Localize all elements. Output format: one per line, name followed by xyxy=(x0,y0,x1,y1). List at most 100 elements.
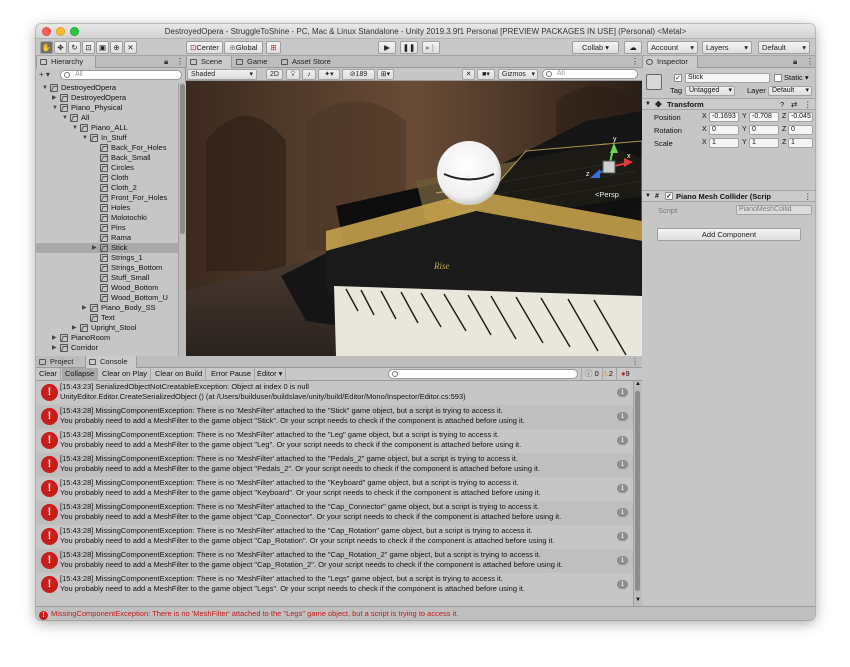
scroll-up-icon[interactable]: ▲ xyxy=(635,381,641,387)
rect-tool-icon[interactable]: ▣ xyxy=(96,41,109,54)
tab-project[interactable]: Project xyxy=(36,356,84,368)
audio-icon[interactable]: ♪ xyxy=(302,69,316,80)
hierarchy-item[interactable]: ▶ Piano_Body_SS xyxy=(36,303,178,313)
chevron-right-icon[interactable]: ▶ xyxy=(52,333,57,343)
rotate-tool-icon[interactable]: ↻ xyxy=(68,41,81,54)
tab-asset-store[interactable]: Asset Store xyxy=(278,56,340,68)
scale-z-field[interactable]: 1 xyxy=(788,138,813,148)
console-entry[interactable]: ! [15:43:28] MissingComponentException: T… xyxy=(36,429,633,453)
console-search-input[interactable] xyxy=(388,369,578,379)
hierarchy-item[interactable]: ▶ Upright_Stool xyxy=(36,323,178,333)
warning-filter-toggle[interactable]: ⚠2 xyxy=(599,368,617,381)
more-options-icon[interactable]: ⋮ xyxy=(804,99,812,110)
error-filter-toggle[interactable]: ●9 xyxy=(618,368,633,381)
rotation-z-field[interactable]: 0 xyxy=(788,125,813,135)
shading-mode-dropdown[interactable]: Shaded ▾ xyxy=(187,69,257,80)
chevron-down-icon[interactable]: ▼ xyxy=(72,123,78,133)
hierarchy-item[interactable]: Strings_1 xyxy=(36,253,178,263)
add-component-button[interactable]: Add Component xyxy=(657,228,801,241)
position-z-field[interactable]: -0.045 xyxy=(788,112,813,122)
hierarchy-item[interactable]: Front_For_Holes xyxy=(36,193,178,203)
more-options-icon[interactable]: ⋮ xyxy=(176,57,184,67)
preset-icon[interactable]: ⇄ xyxy=(791,99,797,110)
more-options-icon[interactable]: ⋮ xyxy=(631,57,639,67)
clear-button[interactable]: Clear xyxy=(36,368,61,381)
hierarchy-item[interactable]: ▼ In_Stuff xyxy=(36,133,178,143)
hierarchy-item[interactable]: Circles xyxy=(36,163,178,173)
hierarchy-search-input[interactable]: All xyxy=(60,70,182,80)
tab-inspector[interactable]: Inspector xyxy=(642,56,698,68)
position-y-field[interactable]: -0.708 xyxy=(749,112,779,122)
scale-y-field[interactable]: 1 xyxy=(749,138,779,148)
layers-dropdown[interactable]: Layers ▾ xyxy=(702,41,752,54)
collab-dropdown[interactable]: Collab ▾ xyxy=(572,41,619,54)
custom-tool-icon[interactable]: ✕ xyxy=(124,41,137,54)
scene-viewport[interactable]: Rise y x z <Persp xyxy=(186,81,642,356)
account-dropdown[interactable]: Account ▾ xyxy=(647,41,698,54)
scale-tool-icon[interactable]: ⊡ xyxy=(82,41,95,54)
hierarchy-item[interactable]: ▼ DestroyedOpera xyxy=(36,83,178,93)
hierarchy-item[interactable]: Wood_Bottom_U xyxy=(36,293,178,303)
console-entry[interactable]: ! [15:43:28] MissingComponentException: T… xyxy=(36,573,633,597)
hierarchy-item[interactable]: Text xyxy=(36,313,178,323)
chevron-down-icon[interactable]: ▼ xyxy=(42,83,48,93)
grid-snap-icon[interactable]: ⊞ xyxy=(266,41,281,54)
console-entry[interactable]: ! [15:43:28] MissingComponentException: T… xyxy=(36,405,633,429)
console-entry[interactable]: ! [15:43:28] MissingComponentException: T… xyxy=(36,501,633,525)
perspective-label[interactable]: <Persp xyxy=(595,190,619,199)
tools-icon[interactable]: ✕ xyxy=(462,69,475,80)
more-options-icon[interactable]: ⋮ xyxy=(631,357,639,367)
move-tool-icon[interactable]: ✥ xyxy=(54,41,67,54)
hierarchy-item[interactable]: Molotochki xyxy=(36,213,178,223)
tab-hierarchy[interactable]: Hierarchy xyxy=(36,56,96,68)
hierarchy-item[interactable]: Strings_Bottom xyxy=(36,263,178,273)
collider-enabled-checkbox[interactable]: ✓ xyxy=(665,192,673,200)
zoom-window-button[interactable] xyxy=(70,27,79,36)
hand-tool-icon[interactable]: ✋ xyxy=(40,41,53,54)
console-entry[interactable]: ! [15:43:28] MissingComponentException: T… xyxy=(36,525,633,549)
camera-icon[interactable]: ■▾ xyxy=(477,69,495,80)
gizmos-dropdown[interactable]: Gizmos ▾ xyxy=(498,69,538,80)
grid-icon[interactable]: ⊞▾ xyxy=(377,69,394,80)
hierarchy-item[interactable]: Back_For_Holes xyxy=(36,143,178,153)
hidden-objects-toggle[interactable]: ⊘189 xyxy=(342,69,375,80)
tag-dropdown[interactable]: Untagged ▾ xyxy=(685,86,735,96)
pivot-global-button[interactable]: ⊕Global xyxy=(224,41,263,54)
scroll-down-icon[interactable]: ▼ xyxy=(635,597,641,603)
play-button[interactable]: ▶ xyxy=(378,41,396,54)
hierarchy-item[interactable]: ▼ All xyxy=(36,113,178,123)
clear-on-play-toggle[interactable]: Clear on Play xyxy=(99,368,152,381)
layout-dropdown[interactable]: Default ▾ xyxy=(758,41,810,54)
status-bar[interactable]: ! MissingComponentException: There is no … xyxy=(36,606,815,620)
tab-game[interactable]: Game xyxy=(233,56,277,68)
hierarchy-item[interactable]: ▶ DestroyedOpera xyxy=(36,93,178,103)
lighting-icon[interactable]: 💡︎ xyxy=(286,69,300,80)
mode-2d-button[interactable]: 2D xyxy=(266,69,283,80)
pivot-center-button[interactable]: ⊡Center xyxy=(186,41,223,54)
step-button[interactable]: ▸❘ xyxy=(422,41,440,54)
scale-x-field[interactable]: 1 xyxy=(709,138,739,148)
more-options-icon[interactable]: ⋮ xyxy=(804,191,812,202)
console-entry[interactable]: ! [15:43:28] MissingComponentException: T… xyxy=(36,549,633,573)
collider-header[interactable]: ▼ # ✓ Piano Mesh Collider (Scrip ⋮ xyxy=(642,190,815,202)
hierarchy-item[interactable]: Cloth_2 xyxy=(36,183,178,193)
minimize-window-button[interactable] xyxy=(56,27,65,36)
hierarchy-item[interactable]: Stuff_Small xyxy=(36,273,178,283)
pause-button[interactable]: ❚❚ xyxy=(400,41,418,54)
tab-scene[interactable]: Scene xyxy=(186,56,232,68)
console-entry[interactable]: ! [15:43:28] MissingComponentException: T… xyxy=(36,453,633,477)
hierarchy-item[interactable]: Back_Small xyxy=(36,153,178,163)
hierarchy-item[interactable]: Pins xyxy=(36,223,178,233)
hierarchy-item[interactable]: ▶ PianoRoom xyxy=(36,333,178,343)
error-pause-toggle[interactable]: Error Pause xyxy=(208,368,256,381)
chevron-down-icon[interactable]: ▼ xyxy=(82,133,88,143)
close-window-button[interactable] xyxy=(42,27,51,36)
chevron-right-icon[interactable]: ▶ xyxy=(52,93,57,103)
more-options-icon[interactable]: ⋮ xyxy=(806,57,814,67)
chevron-right-icon[interactable]: ▶ xyxy=(52,343,57,353)
lock-icon[interactable]: 🔒︎ xyxy=(164,57,168,67)
clear-on-build-toggle[interactable]: Clear on Build xyxy=(152,368,207,381)
active-checkbox[interactable]: ✓ xyxy=(674,74,682,82)
hierarchy-item[interactable]: Cloth xyxy=(36,173,178,183)
hierarchy-item[interactable]: ▼ Piano_Physical xyxy=(36,103,178,113)
